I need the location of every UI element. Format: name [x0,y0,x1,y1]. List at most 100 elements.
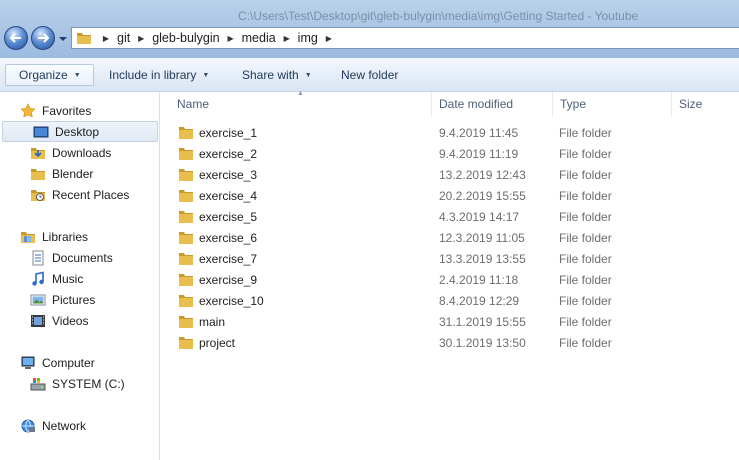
folder-icon [179,294,193,307]
file-type: File folder [559,188,612,203]
file-row[interactable]: exercise_7 13.3.2019 13:55 File folder [178,248,733,269]
nav-favorites-label: Favorites [42,103,92,118]
nav-item-recent-places[interactable]: Recent Places [0,184,158,205]
file-row[interactable]: exercise_1 9.4.2019 11:45 File folder [178,122,733,143]
file-type: File folder [559,209,612,224]
libraries-icon [20,229,36,245]
include-in-library-button[interactable]: Include in library ▼ [105,64,213,86]
file-type: File folder [559,251,612,266]
file-row[interactable]: exercise_6 12.3.2019 11:05 File folder [178,227,733,248]
breadcrumb-separator[interactable]: ▶ [280,31,294,45]
breadcrumb-separator[interactable]: ▶ [224,31,238,45]
breadcrumb-gleb-bulygin[interactable]: gleb-bulygin [151,31,220,45]
folder-icon [179,189,193,202]
nav-item-blender[interactable]: Blender [0,163,158,184]
file-name: exercise_6 [199,230,258,245]
chevron-down-icon: ▼ [202,71,210,79]
column-name[interactable]: Name [171,92,432,116]
folder-icon [179,231,193,244]
drive-icon [30,376,46,392]
breadcrumb-git[interactable]: git [116,31,131,45]
nav-network-label: Network [42,418,87,433]
new-folder-button[interactable]: New folder [337,64,402,86]
file-row[interactable]: exercise_5 4.3.2019 14:17 File folder [178,206,733,227]
file-type: File folder [559,146,612,161]
forward-button[interactable] [31,26,55,50]
nav-item-label: Downloads [52,145,112,160]
nav-item-desktop[interactable]: Desktop [2,121,158,142]
nav-item-videos[interactable]: Videos [0,310,158,331]
file-row[interactable]: exercise_3 13.2.2019 12:43 File folder [178,164,733,185]
file-list: ▲ Name Date modified Type Size exercise_… [161,90,739,460]
file-type: File folder [559,230,612,245]
nav-item-pictures[interactable]: Pictures [0,289,158,310]
file-name: exercise_5 [199,209,258,224]
pictures-icon [30,292,46,308]
folder-icon [179,273,193,286]
recent-pages-dropdown[interactable] [58,34,68,44]
file-date: 13.3.2019 13:55 [439,251,526,266]
file-row[interactable]: exercise_10 8.4.2019 12:29 File folder [178,290,733,311]
column-date-modified[interactable]: Date modified [433,92,553,116]
nav-item-music[interactable]: Music [0,268,158,289]
command-bar: Organize ▼ Include in library ▼ Share wi… [0,58,739,92]
folder-icon [179,252,193,265]
nav-item-label: Videos [52,313,89,328]
file-name: exercise_10 [199,293,264,308]
breadcrumb-media[interactable]: media [241,31,277,45]
nav-item-system-drive[interactable]: SYSTEM (C:) [0,373,158,394]
file-date: 20.2.2019 15:55 [439,188,526,203]
documents-icon [30,250,46,266]
nav-favorites[interactable]: Favorites [0,100,158,121]
nav-libraries[interactable]: Libraries [0,226,158,247]
file-name: project [199,335,236,350]
file-date: 12.3.2019 11:05 [439,230,525,245]
file-name: exercise_4 [199,188,258,203]
organize-button[interactable]: Organize ▼ [5,64,94,86]
breadcrumb-separator[interactable]: ▶ [134,31,148,45]
new-folder-label: New folder [341,68,399,82]
file-type: File folder [559,335,612,350]
file-row[interactable]: exercise_2 9.4.2019 11:19 File folder [178,143,733,164]
network-icon [20,418,36,434]
breadcrumb-separator[interactable]: ▶ [99,31,113,45]
title-bar: C:\Users\Test\Desktop\git\gleb-bulygin\m… [0,0,739,58]
nav-libraries-label: Libraries [42,229,89,244]
column-size[interactable]: Size [673,92,739,116]
file-date: 31.1.2019 15:55 [439,314,526,329]
file-date: 8.4.2019 12:29 [439,293,520,308]
file-row[interactable]: project 30.1.2019 13:50 File folder [178,332,733,353]
breadcrumb-img[interactable]: img [297,31,319,45]
folder-icon [179,168,193,181]
nav-item-downloads[interactable]: Downloads [0,142,158,163]
nav-network[interactable]: Network [0,415,158,436]
folder-icon [77,33,91,44]
share-label: Share with [242,68,299,82]
file-name: main [199,314,226,329]
folder-icon [30,166,46,182]
folder-icon [179,210,193,223]
nav-item-label: Pictures [52,292,96,307]
file-date: 9.4.2019 11:45 [439,125,519,140]
nav-computer[interactable]: Computer [0,352,158,373]
breadcrumb-separator[interactable]: ▶ [322,31,336,45]
file-row[interactable]: exercise_9 2.4.2019 11:18 File folder [178,269,733,290]
file-type: File folder [559,125,612,140]
back-button[interactable] [4,26,28,50]
desktop-icon [33,124,49,140]
window-title: C:\Users\Test\Desktop\git\gleb-bulygin\m… [238,9,639,23]
address-bar[interactable]: ▶ git ▶ gleb-bulygin ▶ media ▶ img ▶ [71,27,739,49]
navigation-pane: Favorites Desktop Downloads Blender Rece… [0,92,160,460]
file-name: exercise_9 [199,272,258,287]
file-name: exercise_3 [199,167,258,182]
file-date: 13.2.2019 12:43 [439,167,526,182]
include-label: Include in library [109,68,197,82]
file-date: 4.3.2019 14:17 [439,209,520,224]
file-row[interactable]: main 31.1.2019 15:55 File folder [178,311,733,332]
column-header: ▲ Name Date modified Type Size [161,90,739,116]
column-type[interactable]: Type [554,92,672,116]
share-with-button[interactable]: Share with ▼ [238,64,316,86]
recent-places-icon [30,187,46,203]
nav-item-documents[interactable]: Documents [0,247,158,268]
file-row[interactable]: exercise_4 20.2.2019 15:55 File folder [178,185,733,206]
